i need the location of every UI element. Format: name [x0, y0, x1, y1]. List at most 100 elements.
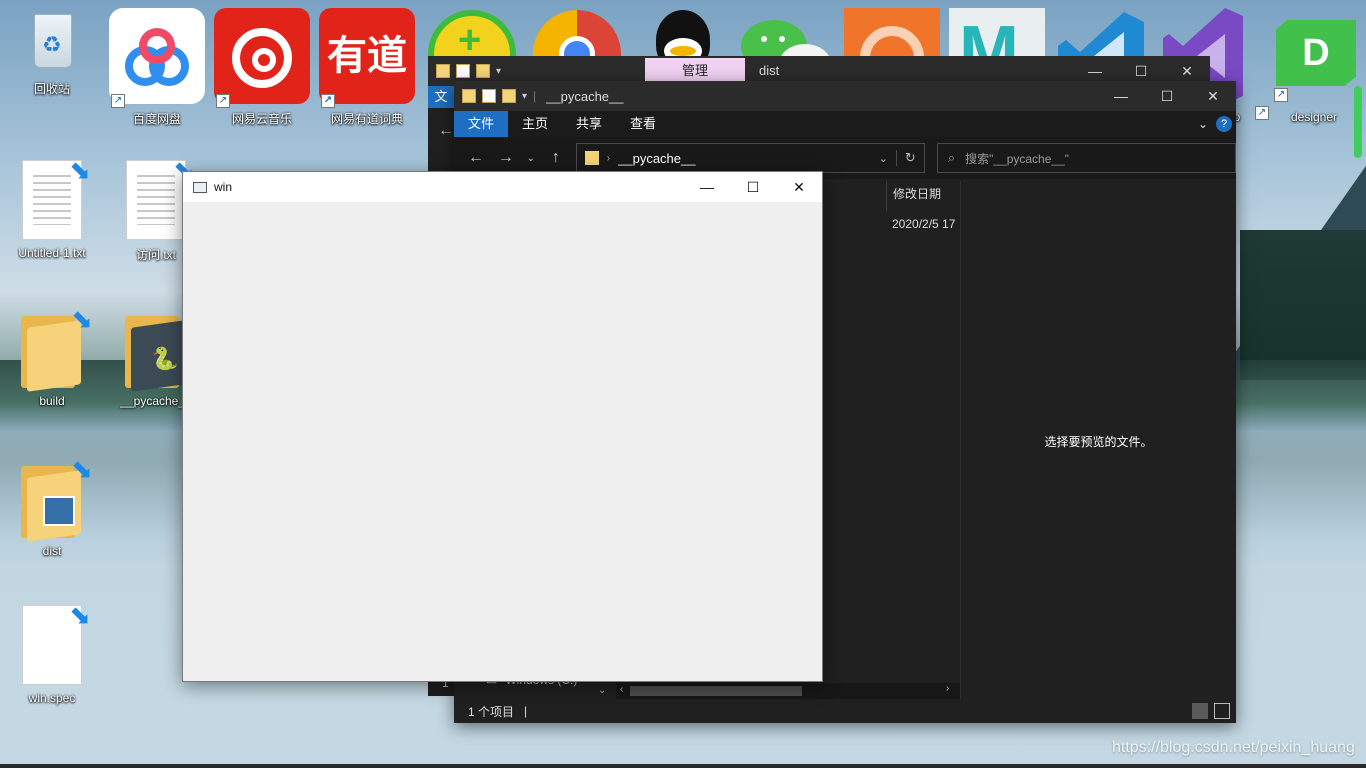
separator: |	[524, 704, 528, 718]
tab-file[interactable]: 文件	[454, 111, 509, 137]
expand-ribbon-icon[interactable]: ⌄	[1198, 117, 1208, 131]
dropdown-icon: ▾	[522, 90, 528, 102]
column-header-date-modified[interactable]: 修改日期	[886, 181, 960, 211]
refresh-icon[interactable]: ↻	[895, 150, 916, 166]
sync-arrow-icon: ⬊	[71, 454, 93, 484]
up-arrow-icon[interactable]: ↑	[546, 149, 566, 167]
properties-icon	[456, 64, 470, 78]
shortcut-arrow-icon: ↗	[1274, 88, 1288, 102]
text-file-icon: ⬊	[22, 155, 91, 240]
desktop-icon-label: win.spec	[28, 691, 76, 705]
folder-icon	[502, 89, 516, 103]
sync-arrow-icon: ⬊	[71, 304, 93, 334]
desktop-icon-label: 回收站	[33, 82, 70, 96]
qt-window-win[interactable]: win — ☐ ✕	[182, 171, 823, 682]
netease-music-icon: ↗	[214, 8, 310, 108]
breadcrumb-chevron-icon: ›	[606, 152, 611, 164]
back-arrow-icon[interactable]: ←	[438, 122, 454, 140]
ribbon-tabs: 文件 主页 共享 查看 ⌄ ?	[454, 111, 1236, 137]
address-dropdown-icon[interactable]: ⌄	[879, 152, 888, 165]
help-icon[interactable]: ?	[1216, 116, 1232, 132]
desktop-icon-youdao-dict[interactable]: 有道 ↗ 网易有道词典	[319, 8, 415, 127]
tab-view[interactable]: 查看	[616, 111, 670, 137]
quick-access-toolbar: ▾ | __pycache__	[454, 89, 624, 104]
python-icon: 🐍	[151, 346, 179, 371]
desktop-icon-label: dist	[42, 544, 62, 558]
back-arrow-icon[interactable]: ←	[466, 149, 486, 167]
desktop-icon-netease-music[interactable]: ↗ 网易云音乐	[214, 8, 310, 127]
folder-icon	[584, 151, 599, 165]
recent-locations-icon[interactable]: ⌄	[526, 153, 536, 164]
window-title: win	[214, 180, 233, 194]
shortcut-arrow-icon: ↗	[321, 94, 335, 108]
scroll-left-icon[interactable]: ‹	[620, 684, 623, 695]
youdao-dict-icon: 有道 ↗	[319, 8, 415, 108]
shortcut-arrow-icon: ↗	[216, 94, 230, 108]
close-button[interactable]: ✕	[776, 172, 822, 202]
address-bar[interactable]: › __pycache__ ⌄ ↻	[575, 143, 925, 173]
nav-scroll-down-icon[interactable]: ⌄	[598, 685, 606, 696]
desktop-icon-label: 百度网盘	[132, 112, 181, 126]
row-date-modified: 2020/2/5 17	[892, 217, 956, 231]
file-icon	[462, 89, 476, 103]
desktop-icon-recycle-bin[interactable]: ♻ 回收站	[4, 10, 100, 97]
large-icons-view-icon[interactable]	[1214, 703, 1230, 719]
folder-icon: 🐍	[125, 310, 187, 392]
tab-share[interactable]: 共享	[562, 111, 616, 137]
shortcut-arrow-icon: ↗	[111, 94, 125, 108]
watermark-url: https://blog.csdn.net/peixin_huang	[1112, 739, 1355, 756]
search-icon: ⌕	[947, 150, 956, 165]
desktop-icon-label: Untitled-1.txt	[18, 246, 86, 260]
desktop-scroll-indicator	[1354, 86, 1362, 158]
baidu-netdisk-icon: ↗	[109, 8, 205, 108]
desktop-icon-label: designer	[1290, 110, 1338, 124]
maximize-button[interactable]: ☐	[730, 172, 776, 202]
scroll-right-icon[interactable]: ›	[946, 683, 949, 694]
details-view-icon[interactable]	[1192, 703, 1208, 719]
minimize-button[interactable]: —	[1098, 81, 1144, 111]
separator: |	[533, 89, 537, 103]
qt-designer-icon: D ↗	[1272, 20, 1356, 102]
tab-home[interactable]: 主页	[508, 111, 562, 137]
desktop-icon-dist-folder[interactable]: ⬊ dist	[4, 454, 100, 558]
window-title: __pycache__	[546, 88, 624, 104]
desktop-icon-label: build	[39, 394, 65, 408]
breadcrumb-folder[interactable]: __pycache__	[618, 151, 695, 166]
taskbar-edge	[0, 764, 1366, 768]
sync-arrow-icon: ⬊	[69, 600, 91, 630]
title-bar[interactable]: ▾ | __pycache__ — ☐ ✕	[454, 81, 1236, 111]
preview-message: 选择要预览的文件。	[1044, 435, 1153, 449]
folder-icon: ⬊	[21, 304, 93, 392]
desktop-icon-baidu-netdisk[interactable]: ↗ 百度网盘	[109, 8, 205, 127]
close-button[interactable]: ✕	[1190, 81, 1236, 111]
horizontal-scrollbar[interactable]: ‹	[616, 683, 960, 699]
desktop-icon-label: 网易云音乐	[231, 112, 292, 126]
maximize-button[interactable]: ☐	[1144, 81, 1190, 111]
floppy-disk-icon	[43, 496, 75, 526]
desktop-icon-label: 网易有道词典	[330, 112, 403, 126]
folder-icon: ⬊	[21, 454, 93, 542]
title-bar[interactable]: win — ☐ ✕	[183, 172, 822, 202]
desktop-icon-untitled-txt[interactable]: ⬊ Untitled-1.txt	[4, 155, 100, 260]
minimize-button[interactable]: —	[684, 172, 730, 202]
desktop-icon-build-folder[interactable]: ⬊ build	[4, 304, 100, 408]
search-placeholder: 搜索"__pycache__"	[965, 151, 1070, 166]
desktop-icon-qt-designer[interactable]: D ↗ designer	[1266, 20, 1362, 124]
window-client-area	[183, 202, 822, 681]
search-input[interactable]: ⌕ 搜索"__pycache__"	[936, 143, 1236, 173]
recycle-bin-icon: ♻	[20, 10, 84, 74]
dropdown-icon: ▾	[496, 65, 502, 77]
folder-icon	[476, 64, 490, 78]
text-file-icon: ⬊	[126, 155, 195, 240]
file-tab[interactable]: 文	[428, 86, 454, 108]
quick-access-toolbar: ▾	[428, 64, 501, 78]
forward-arrow-icon[interactable]: →	[496, 149, 516, 167]
desktop-icon-win-spec[interactable]: ⬊ win.spec	[4, 600, 100, 705]
properties-icon	[482, 89, 496, 103]
scrollbar-thumb[interactable]	[630, 686, 802, 696]
mountain-forest	[1240, 230, 1366, 380]
file-icon: ⬊	[22, 600, 91, 685]
status-bar: 1 个项目 |	[454, 699, 1236, 723]
window-app-icon	[193, 181, 207, 193]
preview-pane: 选择要预览的文件。	[960, 181, 1236, 699]
